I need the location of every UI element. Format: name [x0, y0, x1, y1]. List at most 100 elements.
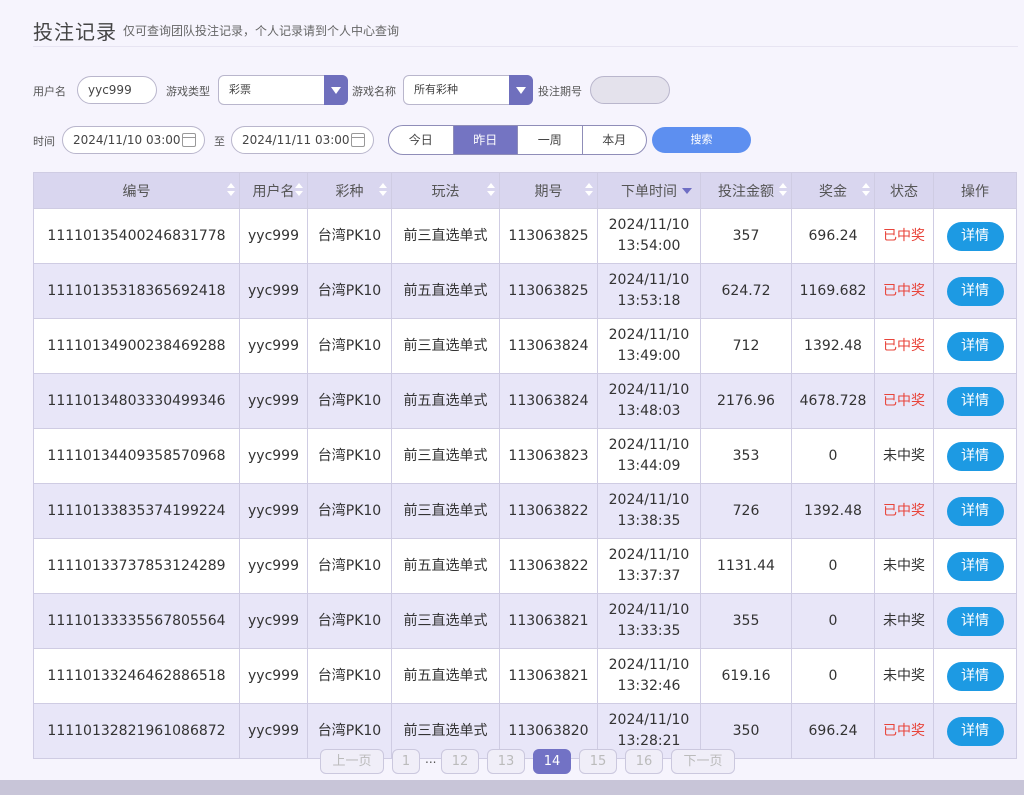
cell-period: 113063825	[499, 208, 598, 264]
cell-action: 详情	[933, 208, 1017, 264]
range-yesterday-button[interactable]: 昨日	[453, 126, 518, 154]
cell-amount: 353	[700, 428, 792, 484]
page-button-16[interactable]: 16	[625, 749, 663, 774]
page-subtitle: 仅可查询团队投注记录，个人记录请到个人中心查询	[123, 24, 400, 38]
cell-order-time: 2024/11/10 13:33:35	[597, 593, 701, 649]
detail-button[interactable]: 详情	[946, 331, 1004, 361]
order-date: 2024/11/10	[608, 492, 690, 508]
table-row: 11110132821961086872 yyc999 台湾PK10 前三直选单式 11…	[33, 703, 1017, 759]
bottom-bar	[0, 780, 1024, 795]
cell-user: yyc999	[239, 538, 308, 594]
bet-records-page: 投注记录 仅可查询团队投注记录，个人记录请到个人中心查询 用户名 yyc999 …	[0, 0, 1024, 780]
cell-period: 113063824	[499, 373, 598, 429]
cell-id: 11110133737853124289	[33, 538, 240, 594]
detail-button[interactable]: 详情	[946, 221, 1004, 251]
calendar-icon	[351, 133, 365, 147]
status-badge: 未中奖	[874, 648, 934, 704]
cell-action: 详情	[933, 263, 1017, 319]
username-label: 用户名	[33, 85, 66, 98]
next-page-button[interactable]: 下一页	[671, 749, 735, 774]
page-button-12[interactable]: 12	[441, 749, 479, 774]
cell-user: yyc999	[239, 208, 308, 264]
cell-user: yyc999	[239, 593, 308, 649]
detail-button[interactable]: 详情	[946, 496, 1004, 526]
detail-button[interactable]: 详情	[946, 441, 1004, 471]
time-to-input[interactable]: 2024/11/11 03:00	[231, 126, 374, 154]
cell-prize: 0	[791, 593, 875, 649]
cell-prize: 0	[791, 538, 875, 594]
column-header-order-time[interactable]: 下单时间	[597, 172, 701, 209]
cell-user: yyc999	[239, 703, 308, 759]
cell-user: yyc999	[239, 263, 308, 319]
table-row: 11110134900238469288 yyc999 台湾PK10 前三直选单式 11…	[33, 318, 1017, 374]
cell-user: yyc999	[239, 648, 308, 704]
title-row: 投注记录 仅可查询团队投注记录，个人记录请到个人中心查询	[33, 14, 1018, 47]
prev-page-button[interactable]: 上一页	[320, 749, 384, 774]
search-button[interactable]: 搜索	[652, 127, 751, 153]
column-header-id[interactable]: 编号	[33, 172, 240, 209]
cell-amount: 726	[700, 483, 792, 539]
cell-amount: 619.16	[700, 648, 792, 704]
range-month-button[interactable]: 本月	[583, 126, 647, 154]
game-type-select[interactable]: 彩票	[218, 75, 348, 105]
cell-action: 详情	[933, 428, 1017, 484]
column-header-play[interactable]: 玩法	[391, 172, 500, 209]
cell-prize: 0	[791, 428, 875, 484]
detail-button[interactable]: 详情	[946, 716, 1004, 746]
game-name-select[interactable]: 所有彩种	[403, 75, 533, 105]
cell-play: 前三直选单式	[391, 208, 500, 264]
cell-order-time: 2024/11/10 13:37:37	[597, 538, 701, 594]
column-header-amount[interactable]: 投注金额	[700, 172, 792, 209]
cell-lottery: 台湾PK10	[307, 593, 392, 649]
period-input[interactable]	[590, 76, 670, 104]
detail-button[interactable]: 详情	[946, 276, 1004, 306]
cell-play: 前三直选单式	[391, 593, 500, 649]
order-clock: 13:54:00	[617, 238, 681, 254]
column-header-prize[interactable]: 奖金	[791, 172, 875, 209]
column-header-user[interactable]: 用户名	[239, 172, 308, 209]
table-row: 11110133335567805564 yyc999 台湾PK10 前三直选单式 11…	[33, 593, 1017, 649]
time-to-value: 2024/11/11 03:00	[242, 133, 350, 147]
cell-lottery: 台湾PK10	[307, 208, 392, 264]
table-row: 11110134409358570968 yyc999 台湾PK10 前三直选单式 11…	[33, 428, 1017, 484]
range-today-button[interactable]: 今日	[389, 126, 454, 154]
cell-amount: 2176.96	[700, 373, 792, 429]
column-header-action: 操作	[933, 172, 1017, 209]
cell-play: 前三直选单式	[391, 483, 500, 539]
page-button-15[interactable]: 15	[579, 749, 617, 774]
to-label: 至	[214, 135, 225, 148]
cell-amount: 357	[700, 208, 792, 264]
status-badge: 已中奖	[874, 373, 934, 429]
column-header-period[interactable]: 期号	[499, 172, 598, 209]
table-row: 11110134803330499346 yyc999 台湾PK10 前五直选单式 11…	[33, 373, 1017, 429]
username-input[interactable]: yyc999	[77, 76, 157, 104]
detail-button[interactable]: 详情	[946, 606, 1004, 636]
table-row: 11110135400246831778 yyc999 台湾PK10 前三直选单式 11…	[33, 208, 1017, 264]
time-from-input[interactable]: 2024/11/10 03:00	[62, 126, 205, 154]
game-type-label: 游戏类型	[166, 85, 210, 98]
range-week-button[interactable]: 一周	[518, 126, 583, 154]
cell-period: 113063821	[499, 593, 598, 649]
cell-prize: 4678.728	[791, 373, 875, 429]
game-name-value: 所有彩种	[414, 83, 458, 96]
page-button-1[interactable]: 1	[392, 749, 420, 774]
order-clock: 13:37:37	[617, 568, 681, 584]
column-header-lottery[interactable]: 彩种	[307, 172, 392, 209]
cell-action: 详情	[933, 483, 1017, 539]
cell-lottery: 台湾PK10	[307, 538, 392, 594]
cell-play: 前三直选单式	[391, 318, 500, 374]
page-button-14[interactable]: 14	[533, 749, 571, 774]
table-row: 11110135318365692418 yyc999 台湾PK10 前五直选单式 11…	[33, 263, 1017, 319]
detail-button[interactable]: 详情	[946, 661, 1004, 691]
order-clock: 13:38:35	[617, 513, 681, 529]
order-date: 2024/11/10	[608, 712, 690, 728]
cell-order-time: 2024/11/10 13:49:00	[597, 318, 701, 374]
page-button-13[interactable]: 13	[487, 749, 525, 774]
cell-play: 前五直选单式	[391, 538, 500, 594]
cell-action: 详情	[933, 593, 1017, 649]
cell-period: 113063823	[499, 428, 598, 484]
detail-button[interactable]: 详情	[946, 551, 1004, 581]
detail-button[interactable]: 详情	[946, 386, 1004, 416]
cell-id: 11110132821961086872	[33, 703, 240, 759]
status-badge: 已中奖	[874, 263, 934, 319]
